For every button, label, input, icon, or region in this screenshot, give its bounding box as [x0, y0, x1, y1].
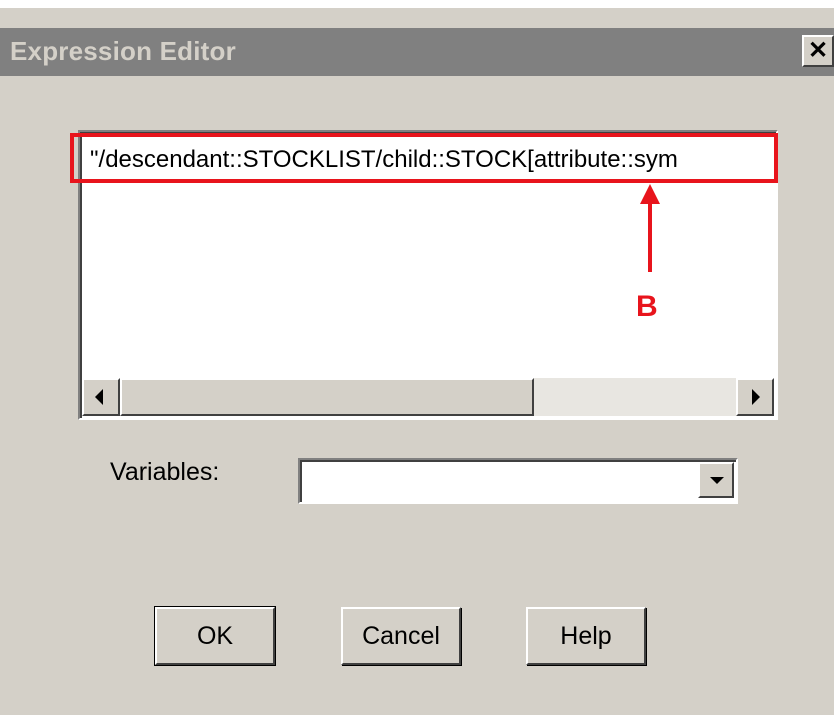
- help-button[interactable]: Help: [526, 607, 646, 665]
- window-title: Expression Editor: [10, 36, 236, 66]
- variables-label: Variables:: [110, 458, 220, 486]
- annotation-arrow-shaft: [648, 198, 652, 272]
- annotation-label: B: [636, 290, 658, 323]
- title-bar: Expression Editor ✕: [0, 28, 834, 76]
- scroll-left-icon: [95, 389, 103, 405]
- scroll-left-button[interactable]: [82, 378, 120, 416]
- scroll-right-button[interactable]: [736, 378, 774, 416]
- chevron-down-icon: [710, 477, 724, 484]
- variables-dropdown-bevel: [300, 460, 736, 502]
- cancel-button[interactable]: Cancel: [341, 607, 461, 665]
- close-icon: ✕: [807, 37, 829, 64]
- annotation-highlight-box: [70, 133, 778, 183]
- scroll-right-icon: [752, 389, 760, 405]
- close-button[interactable]: ✕: [802, 35, 834, 67]
- scrollbar-thumb[interactable]: [120, 378, 534, 416]
- ok-button[interactable]: OK: [154, 606, 276, 666]
- variables-dropdown[interactable]: [298, 458, 738, 504]
- variables-dropdown-button[interactable]: [698, 462, 734, 498]
- horizontal-scrollbar[interactable]: [82, 378, 774, 416]
